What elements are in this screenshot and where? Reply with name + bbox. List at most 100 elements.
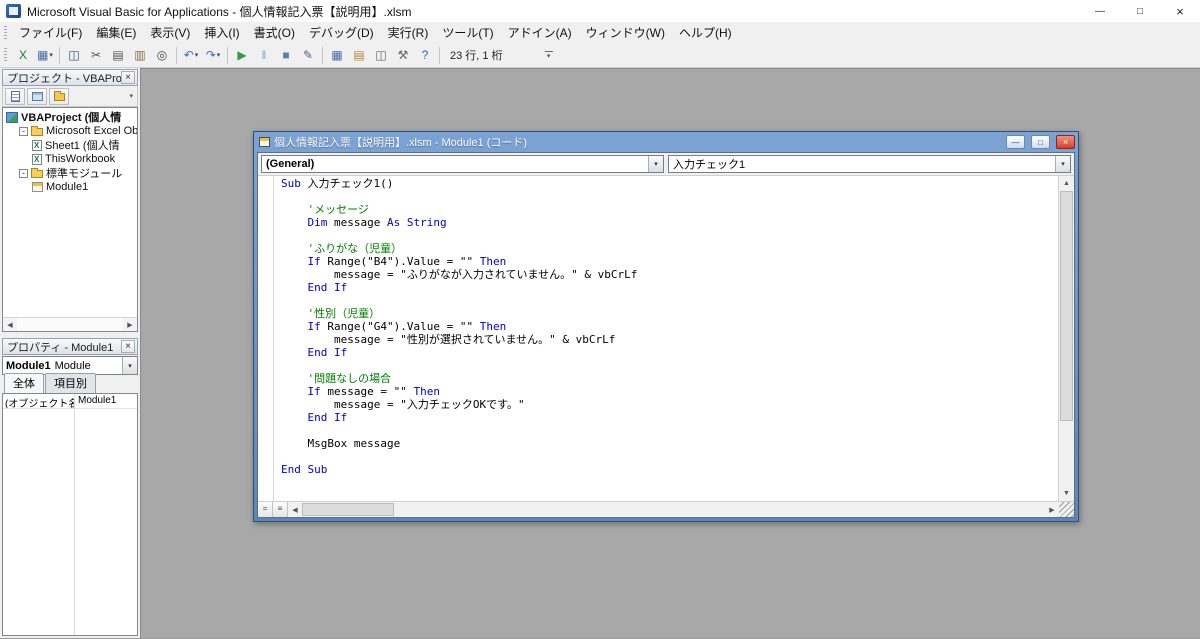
project-tree-hscrollbar[interactable]: ◀ ▶ <box>3 317 137 331</box>
cut-button[interactable]: ✂ <box>85 45 107 65</box>
collapse-icon[interactable]: - <box>19 168 28 178</box>
hscroll-thumb[interactable] <box>302 503 394 516</box>
scroll-right-button[interactable]: ▶ <box>123 318 137 331</box>
close-button[interactable]: × <box>1160 0 1200 22</box>
menu-item[interactable]: デバッグ(D) <box>302 22 381 43</box>
tree-item-vbaproject-root[interactable]: VBAProject (個人情 <box>3 110 137 124</box>
property-row[interactable]: (オブジェクト名) Module1 <box>3 394 137 409</box>
menu-item[interactable]: 書式(O) <box>247 22 302 43</box>
chevron-down-icon[interactable]: ▾ <box>648 156 663 172</box>
chevron-down-icon[interactable]: ▾ <box>122 357 137 374</box>
scroll-right-button[interactable]: ▶ <box>1045 502 1059 517</box>
code-window-minimize-button[interactable]: — <box>1006 135 1025 149</box>
project-explorer-button[interactable]: ▦ <box>326 45 348 65</box>
paste-icon: ▥ <box>134 48 146 62</box>
tree-item-label: Module1 <box>46 181 89 193</box>
scroll-up-button[interactable]: ▲ <box>1059 176 1074 191</box>
tree-item-label: ThisWorkbook <box>45 153 116 165</box>
tree-item-thisworkbook[interactable]: ThisWorkbook <box>3 152 137 166</box>
view-object-button[interactable] <box>27 87 47 105</box>
menu-item[interactable]: ファイル(F) <box>12 22 89 43</box>
tab-categorized[interactable]: 項目別 <box>45 373 96 393</box>
hscroll-track[interactable] <box>17 318 123 331</box>
find-button[interactable]: ◎ <box>151 45 173 65</box>
properties-panel: プロパティ - Module1 × Module1 Module ▾ 全体 項目… <box>2 338 138 636</box>
vscroll-track[interactable] <box>1059 191 1074 486</box>
tree-item-modules-folder[interactable]: - 標準モジュール <box>3 166 137 180</box>
resize-grip[interactable] <box>1059 502 1074 517</box>
code-line: message = "入力チェックOKです。" <box>281 398 525 411</box>
view-code-button[interactable] <box>5 87 25 105</box>
menu-item[interactable]: ヘルプ(H) <box>672 22 739 43</box>
properties-window-button[interactable]: ▤ <box>348 45 370 65</box>
minimize-button[interactable]: — <box>1080 0 1120 22</box>
redo-button[interactable]: ↷ ▾ <box>202 45 224 65</box>
undo-button[interactable]: ↶ ▾ <box>180 45 202 65</box>
menu-item[interactable]: 編集(E) <box>89 22 143 43</box>
maximize-button[interactable]: □ <box>1120 0 1160 22</box>
insert-userform-button[interactable]: ▦ ▾ <box>34 45 56 65</box>
code-editor[interactable]: Sub 入力チェック1() 'メッセージ Dim message As Stri… <box>258 176 1058 501</box>
properties-titlebar[interactable]: プロパティ - Module1 × <box>2 338 138 355</box>
toolbar-overflow-button[interactable]: ▾ <box>544 51 553 60</box>
vscroll-thumb[interactable] <box>1060 191 1073 422</box>
find-icon: ◎ <box>156 48 168 62</box>
code-window-close-button[interactable]: × <box>1056 135 1075 149</box>
code-vscrollbar[interactable]: ▲ ▼ <box>1058 176 1074 501</box>
procedure-dropdown[interactable]: 入力チェック1 ▾ <box>668 155 1071 173</box>
object-browser-button[interactable]: ◫ <box>370 45 392 65</box>
design-mode-button[interactable]: ✎ <box>297 45 319 65</box>
chevron-down-icon[interactable]: ▾ <box>1055 156 1070 172</box>
menu-item[interactable]: 実行(R) <box>381 22 436 43</box>
object-browser-icon: ◫ <box>375 48 387 62</box>
project-explorer-panel: プロジェクト - VBAProject × ▾ VBAProject (個人情-… <box>2 69 138 332</box>
run-icon: ▶ <box>237 48 247 62</box>
tree-item-sheet1[interactable]: Sheet1 (個人情 <box>3 138 137 152</box>
tab-alphabetic[interactable]: 全体 <box>4 373 44 393</box>
code-window-titlebar[interactable]: 個人情報記入票【説明用】.xlsm - Module1 (コード) — □ × <box>254 132 1078 152</box>
procedure-view-button[interactable]: = <box>258 502 273 517</box>
help-icon: ? <box>421 48 429 62</box>
tree-item-excel-objects-folder[interactable]: - Microsoft Excel Ob <box>3 124 137 138</box>
break-button[interactable]: ‖ <box>253 45 275 65</box>
menu-item[interactable]: 表示(V) <box>143 22 197 43</box>
properties-close-button[interactable]: × <box>121 340 135 353</box>
reset-button[interactable]: ■ <box>275 45 297 65</box>
menu-item[interactable]: ツール(T) <box>435 22 500 43</box>
menu-item[interactable]: ウィンドウ(W) <box>579 22 672 43</box>
project-explorer-titlebar[interactable]: プロジェクト - VBAProject × <box>2 69 138 86</box>
menu-item[interactable]: 挿入(I) <box>197 22 246 43</box>
properties-object-name: Module1 <box>6 359 51 372</box>
toolbar: X ▦ ▾ ◫ ✂ ▤ ▥ ◎ ↶ ▾ ↷ ▾ ▶ ‖ ■ ✎ ▦ ▤ ◫ ⚒? 23 行, 1 桁 ▾ <box>0 43 1200 68</box>
full-module-view-button[interactable]: ≡ <box>273 502 288 517</box>
toolbar-separator <box>227 46 228 64</box>
run-button[interactable]: ▶ <box>231 45 253 65</box>
project-tree-box: VBAProject (個人情 - Microsoft Excel Ob Sheet1… <box>2 107 138 332</box>
properties-grid: (オブジェクト名) Module1 <box>2 393 138 636</box>
scroll-left-button[interactable]: ◀ <box>288 502 302 517</box>
design-mode-icon: ✎ <box>302 48 314 62</box>
toggle-folders-button[interactable] <box>49 87 69 105</box>
collapse-icon[interactable]: - <box>19 126 28 136</box>
scroll-down-button[interactable]: ▼ <box>1059 486 1074 501</box>
copy-button[interactable]: ▤ <box>107 45 129 65</box>
toolbar-grip[interactable] <box>4 48 7 62</box>
break-icon: ‖ <box>261 48 267 62</box>
menubar-grip[interactable] <box>4 25 7 40</box>
paste-button[interactable]: ▥ <box>129 45 151 65</box>
menu-item[interactable]: アドイン(A) <box>501 22 579 43</box>
code-line: '性別（児童） <box>281 307 381 320</box>
scroll-left-button[interactable]: ◀ <box>3 318 17 331</box>
hscroll-track[interactable] <box>302 502 1045 517</box>
help-button[interactable]: ? <box>414 45 436 65</box>
code-window-maximize-button[interactable]: □ <box>1031 135 1050 149</box>
object-dropdown[interactable]: (General) ▾ <box>261 155 664 173</box>
toolbox-button[interactable]: ⚒ <box>392 45 414 65</box>
view-excel-button[interactable]: X <box>12 45 34 65</box>
redo-icon: ↷ <box>205 48 216 62</box>
tree-item-module1[interactable]: Module1 <box>3 180 137 194</box>
project-explorer-close-button[interactable]: × <box>121 71 135 84</box>
code-line: message = "性別が選択されていません。" & vbCrLf <box>281 333 616 346</box>
save-button[interactable]: ◫ <box>63 45 85 65</box>
